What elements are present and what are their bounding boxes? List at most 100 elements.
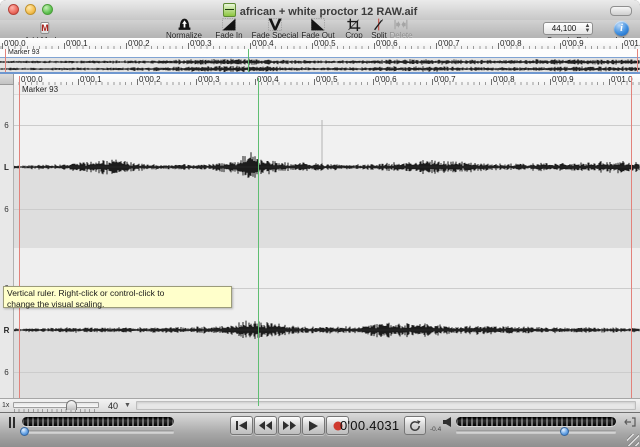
input-volume-thumb[interactable] xyxy=(20,427,29,436)
rewind-button[interactable] xyxy=(254,416,277,435)
tooltip-line2: change the visual scaling. xyxy=(7,299,228,310)
right-channel-lane[interactable] xyxy=(14,248,640,398)
time-display: 0'00.4031 xyxy=(340,418,400,433)
overview-waveform-strip[interactable] xyxy=(0,58,640,72)
fade-special-icon xyxy=(267,18,282,31)
output-volume-db: -0.4 xyxy=(430,426,441,433)
overview-marker-line-end[interactable] xyxy=(637,49,638,72)
transport-bar: 0'00.4031 -0.4 xyxy=(0,412,640,447)
tooltip: Vertical ruler. Right-click or control-c… xyxy=(3,286,232,308)
marker-line-93[interactable] xyxy=(19,76,20,398)
left-channel-waveform xyxy=(14,95,640,248)
vertical-zoom-label: 1x xyxy=(2,402,9,409)
scale-tick-label: 6 xyxy=(0,121,13,130)
split-button[interactable]: Split xyxy=(371,18,387,40)
window-title: african + white proctor 12 RAW.aif xyxy=(240,6,418,18)
ruler-tick-label: 0'00.8 xyxy=(500,39,522,48)
input-volume-slider[interactable] xyxy=(22,430,174,433)
add-marker-icon: M xyxy=(40,22,50,34)
ruler-tick-label: 0'00.8 xyxy=(493,75,515,84)
vertical-ruler[interactable]: 6L66R6 xyxy=(0,85,14,398)
fade-out-button[interactable]: Fade Out xyxy=(301,18,334,40)
ruler-tick-label: 0'01.0 xyxy=(611,75,633,84)
left-channel-lane[interactable] xyxy=(14,95,640,248)
ruler-tick-label: 0'00.7 xyxy=(438,39,460,48)
ruler-tick-label: 0'00.5 xyxy=(316,75,338,84)
ruler-tick-label: 0'00.3 xyxy=(190,39,212,48)
ruler-tick-label: 0'00.0 xyxy=(21,75,43,84)
sample-rate-value: 44,100 xyxy=(552,24,576,33)
loop-button[interactable] xyxy=(404,416,426,435)
ruler-tick-label: 0'00.9 xyxy=(562,39,584,48)
ruler-tick-label: 0'00.2 xyxy=(128,39,150,48)
normalize-icon xyxy=(176,18,191,31)
horizontal-scrollbar[interactable] xyxy=(136,401,636,410)
overview-marker-line-start[interactable] xyxy=(5,49,6,72)
resize-grip[interactable] xyxy=(627,434,639,446)
ruler-tick-label: 0'01.0 xyxy=(624,39,640,48)
output-route-icon xyxy=(624,417,636,427)
main-marker-row[interactable]: Marker 93 xyxy=(14,85,640,95)
info-button[interactable]: i xyxy=(614,21,629,36)
zoom-value-dropdown-icon[interactable]: ▼ xyxy=(124,402,131,409)
right-channel-waveform xyxy=(14,248,640,398)
fade-out-icon xyxy=(310,18,325,31)
ruler-tick-label: 0'00.2 xyxy=(139,75,161,84)
rewind-icon xyxy=(259,421,272,430)
tooltip-line1: Vertical ruler. Right-click or control-c… xyxy=(7,288,228,299)
transport-buttons xyxy=(230,416,349,435)
playhead[interactable] xyxy=(258,78,259,406)
crop-button[interactable]: Crop xyxy=(345,18,362,40)
ruler-tick-label: 0'00.3 xyxy=(198,75,220,84)
zoom-value: 40 xyxy=(108,401,118,411)
toolbar-toggle-button[interactable] xyxy=(610,6,632,16)
delete-icon xyxy=(394,18,409,31)
sample-rate-select[interactable]: 44,100 ▲▼ xyxy=(543,22,593,35)
ruler-tick-label: 0'00.1 xyxy=(66,39,88,48)
play-button[interactable] xyxy=(302,416,325,435)
scale-tick-label: 6 xyxy=(0,205,13,214)
go-to-start-button[interactable] xyxy=(230,416,253,435)
overview-marker-row[interactable]: Marker 93 xyxy=(0,49,640,58)
toolbar: M Add Marker Normalize Fade In Fade Spec… xyxy=(0,20,640,39)
overview-waveform xyxy=(0,58,640,72)
ruler-tick-label: 0'00.7 xyxy=(434,75,456,84)
ruler-tick-label: 0'00.9 xyxy=(552,75,574,84)
speaker-icon[interactable] xyxy=(443,417,453,427)
split-icon xyxy=(372,18,387,31)
ruler-tick-label: 0'00.5 xyxy=(314,39,336,48)
ruler-tick-label: 0'00.6 xyxy=(376,39,398,48)
overview-playhead[interactable] xyxy=(248,49,249,72)
zoom-slider-thumb[interactable] xyxy=(66,400,77,410)
window-title-group: african + white proctor 12 RAW.aif xyxy=(0,3,640,19)
ruler-tick-label: 0'00.4 xyxy=(252,39,274,48)
fade-in-icon xyxy=(221,18,236,31)
output-volume-slider[interactable] xyxy=(456,430,616,433)
output-level-meter xyxy=(456,417,616,426)
ruler-tick-label: 0'00.4 xyxy=(257,75,279,84)
input-level-meter xyxy=(22,417,174,426)
fast-forward-button[interactable] xyxy=(278,416,301,435)
channel-label: R xyxy=(0,326,13,335)
delete-button[interactable]: Delete xyxy=(389,18,412,40)
app-window: african + white proctor 12 RAW.aif M Add… xyxy=(0,0,640,447)
marker-line-end[interactable] xyxy=(631,76,632,398)
overview-marker-label: Marker 93 xyxy=(8,49,40,57)
ruler-tick-label: 0'00.6 xyxy=(375,75,397,84)
fade-in-button[interactable]: Fade In xyxy=(215,18,242,40)
channel-label: L xyxy=(0,163,13,172)
ruler-tick-label: 0'00.0 xyxy=(4,39,26,48)
scale-tick-label: 6 xyxy=(0,368,13,377)
normalize-button[interactable]: Normalize xyxy=(166,18,202,40)
loop-icon xyxy=(409,420,421,432)
zoom-slider-track[interactable] xyxy=(13,402,99,408)
play-icon xyxy=(309,421,318,431)
output-volume-thumb[interactable] xyxy=(560,427,569,436)
input-meter-icon xyxy=(9,417,15,428)
fast-forward-icon xyxy=(283,421,296,430)
audio-file-icon xyxy=(223,3,236,17)
go-to-start-icon xyxy=(236,421,247,430)
zoom-bar: 1x 40 ▼ xyxy=(0,398,640,412)
ruler-gutter-box xyxy=(0,74,14,85)
fade-special-button[interactable]: Fade Special xyxy=(252,18,299,40)
